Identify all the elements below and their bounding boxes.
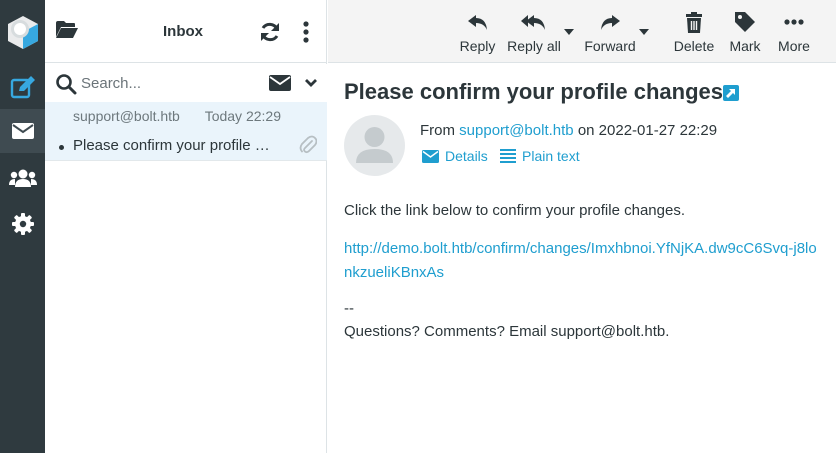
forward-label: Forward	[584, 38, 636, 54]
folder-open-icon	[56, 21, 78, 38]
from-prefix: From	[420, 122, 455, 139]
reply-all-button[interactable]: Reply all	[506, 0, 562, 63]
gear-icon	[11, 213, 34, 235]
avatar	[344, 115, 405, 176]
from-line: From support@bolt.htb on 2022-01-27 22:2…	[420, 122, 717, 139]
message-date: 2022-01-27 22:29	[598, 122, 718, 139]
message-list-panel: Inbox Search... support@bolt.htb Today 2…	[45, 0, 327, 453]
envelope-icon	[269, 75, 291, 91]
signature-text: Questions? Comments? Email support@bolt.…	[344, 323, 670, 340]
plain-text-label: Plain text	[522, 148, 580, 164]
users-icon	[8, 169, 37, 187]
message-toolbar: Reply Reply all Forward Delete Mark More	[328, 0, 836, 63]
unread-dot-icon	[59, 145, 64, 150]
rail-settings[interactable]	[0, 202, 45, 246]
search-icon	[56, 74, 77, 95]
rail-compose[interactable]	[0, 66, 45, 110]
message-title: Please confirm your profile changes	[344, 79, 724, 104]
details-label: Details	[445, 148, 488, 164]
envelope-icon	[422, 149, 439, 163]
refresh-button[interactable]	[259, 21, 281, 43]
list-item[interactable]: support@bolt.htb Today 22:29 Please conf…	[45, 102, 327, 161]
signature-separator: --	[344, 300, 354, 317]
more-horizontal-icon	[784, 19, 804, 25]
search-bar	[45, 64, 327, 102]
list-menu-button[interactable]	[299, 20, 313, 44]
reply-button[interactable]: Reply	[455, 0, 500, 63]
delete-button[interactable]: Delete	[671, 0, 717, 63]
plain-text-link[interactable]: Plain text	[500, 148, 580, 164]
paperclip-icon	[299, 135, 317, 154]
list-title: Inbox	[163, 23, 203, 40]
envelope-icon	[11, 123, 34, 139]
user-icon	[356, 127, 393, 163]
forward-icon	[601, 15, 620, 30]
confirm-link[interactable]: http://demo.bolt.htb/confirm/changes/Imx…	[344, 237, 824, 285]
search-scope-button[interactable]	[269, 75, 291, 91]
message-subject: Please confirm your profile changes	[73, 137, 273, 154]
message-date: Today 22:29	[204, 108, 281, 124]
more-label: More	[778, 38, 810, 54]
compose-icon	[10, 76, 35, 99]
rail-contacts[interactable]	[0, 156, 45, 200]
search-input[interactable]	[81, 72, 261, 94]
list-lines-icon	[500, 149, 516, 163]
date-prefix: on	[577, 122, 595, 139]
folder-button[interactable]	[55, 20, 79, 42]
logo-icon	[6, 14, 40, 50]
refresh-icon	[261, 22, 279, 42]
reply-all-caret-icon[interactable]	[564, 28, 574, 36]
mark-label: Mark	[729, 38, 761, 54]
body-paragraph: Click the link below to confirm your pro…	[344, 202, 685, 219]
forward-caret-icon[interactable]	[639, 28, 649, 36]
sender-address-link[interactable]: support@bolt.htb	[459, 122, 573, 139]
forward-button[interactable]: Forward	[583, 0, 637, 63]
tag-icon	[735, 12, 755, 32]
more-vertical-icon	[303, 21, 309, 43]
more-button[interactable]: More	[774, 0, 814, 63]
reply-all-icon	[521, 15, 545, 30]
trash-icon	[686, 11, 702, 33]
reply-icon	[467, 15, 487, 30]
chevron-down-icon	[305, 79, 317, 87]
mark-button[interactable]: Mark	[726, 0, 764, 63]
open-external-icon[interactable]	[723, 85, 739, 101]
reply-all-label: Reply all	[507, 38, 561, 54]
delete-label: Delete	[673, 38, 715, 54]
reply-label: Reply	[459, 38, 496, 54]
message-sender: support@bolt.htb	[73, 108, 180, 124]
message-view: Please confirm your profile changes From…	[328, 64, 836, 453]
search-options-button[interactable]	[304, 76, 318, 90]
rail-mail[interactable]	[0, 109, 45, 153]
details-link[interactable]: Details	[422, 148, 488, 164]
list-header: Inbox	[45, 0, 327, 63]
app-rail	[0, 0, 45, 453]
